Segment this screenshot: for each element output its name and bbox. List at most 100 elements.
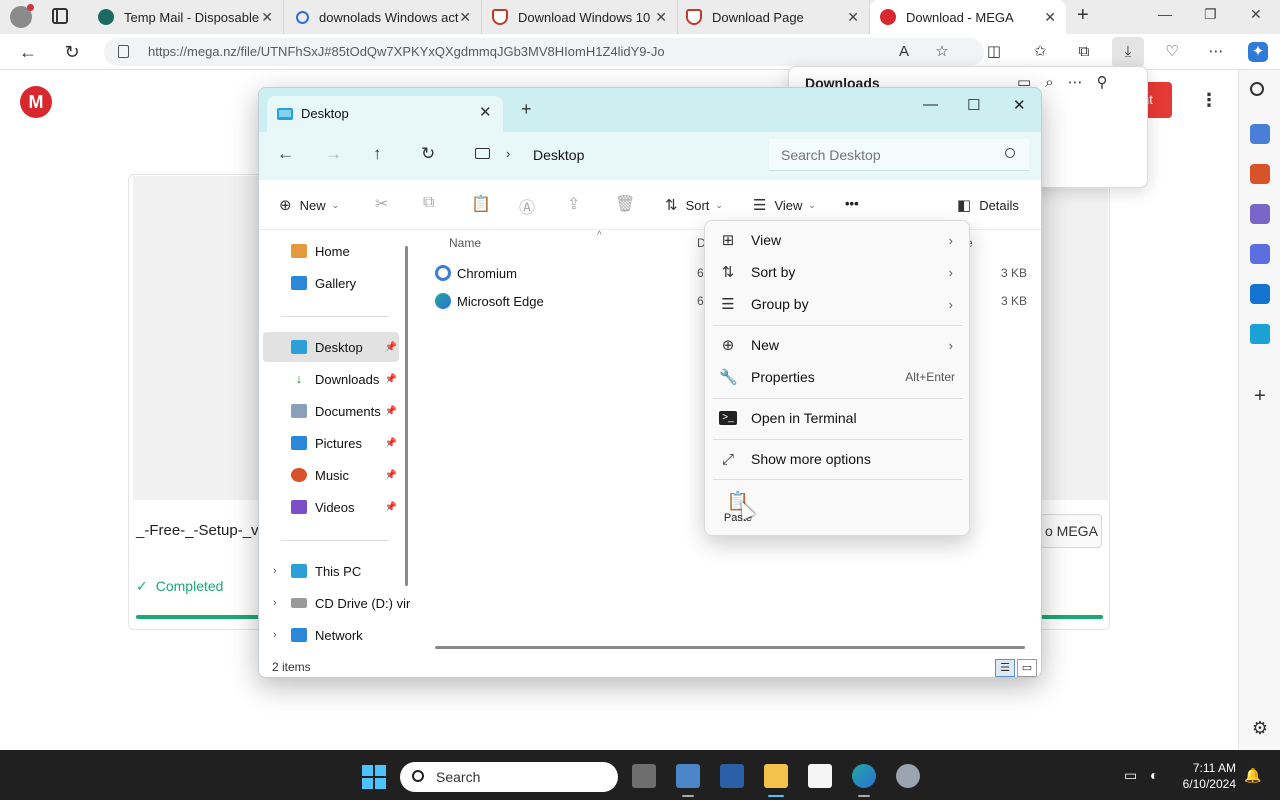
- chevron-right-icon[interactable]: ›: [506, 146, 510, 161]
- rename-icon[interactable]: Ⓐ: [519, 194, 535, 218]
- close-icon[interactable]: ✕: [655, 9, 667, 26]
- mega-logo[interactable]: M: [20, 86, 52, 118]
- explorer-forward-button[interactable]: →: [325, 144, 342, 164]
- see-more-button[interactable]: •••: [845, 196, 859, 211]
- task-view-icon[interactable]: [632, 764, 656, 788]
- favorites-icon[interactable]: ✩: [1030, 42, 1050, 62]
- details-view-icon[interactable]: ☰: [995, 659, 1015, 677]
- nav-item-downloads[interactable]: ↓ Downloads 📌: [263, 364, 399, 394]
- sort-button[interactable]: ⇅ Sort ⌄: [665, 196, 723, 214]
- column-header-name[interactable]: Name ^: [449, 230, 602, 250]
- more-menu-icon[interactable]: ⋯: [1206, 42, 1226, 62]
- pin-icon[interactable]: ⚲: [1097, 74, 1122, 91]
- menu-item-sort-by[interactable]: ⇅ Sort by ›: [709, 257, 965, 287]
- chevron-right-icon[interactable]: ›: [273, 597, 277, 609]
- volume-tray-icon[interactable]: ◐: [1150, 767, 1158, 783]
- menu-item-show-more-options[interactable]: ⤢ Show more options: [709, 444, 965, 474]
- open-in-mega-button[interactable]: o MEGA: [1040, 514, 1102, 548]
- telegram-icon[interactable]: [1250, 324, 1270, 344]
- nav-item-this-pc[interactable]: › This PC: [263, 556, 399, 586]
- system-clock[interactable]: 7:11 AM 6/10/2024: [1176, 760, 1236, 792]
- browser-tab-search[interactable]: downolads Windows act ✕: [286, 0, 482, 34]
- new-tab-button[interactable]: +: [1077, 4, 1089, 27]
- chevron-right-icon[interactable]: ›: [273, 629, 277, 641]
- menu-item-open-terminal[interactable]: >_ Open in Terminal: [709, 403, 965, 433]
- more-icon[interactable]: ⋯: [1068, 74, 1097, 91]
- breadcrumb-desktop[interactable]: Desktop: [533, 147, 584, 163]
- large-icons-view-icon[interactable]: ▭: [1017, 659, 1037, 677]
- tab-actions-icon[interactable]: [52, 8, 68, 24]
- explorer-tab-desktop[interactable]: Desktop ✕: [267, 96, 503, 132]
- games-icon[interactable]: [1250, 204, 1270, 224]
- close-window-button[interactable]: ✕: [1250, 6, 1262, 23]
- share-icon[interactable]: ⇪: [567, 194, 580, 214]
- explorer-minimize-button[interactable]: —: [923, 96, 938, 113]
- close-icon[interactable]: ✕: [1044, 9, 1056, 26]
- outlook-icon[interactable]: [1250, 284, 1270, 304]
- restore-button[interactable]: ❐: [1204, 6, 1217, 23]
- explorer-search-box[interactable]: [769, 139, 1029, 171]
- profile-avatar[interactable]: [10, 4, 34, 28]
- collections-icon[interactable]: ⧉: [1074, 42, 1094, 62]
- nav-item-desktop[interactable]: Desktop 📌: [263, 332, 399, 362]
- network-tray-icon[interactable]: ▭: [1124, 767, 1137, 784]
- browser-tab-download-page[interactable]: Download Page ✕: [676, 0, 870, 34]
- browser-tab-mega[interactable]: Download - MEGA ✕: [870, 0, 1066, 34]
- search-icon[interactable]: [1250, 82, 1264, 96]
- microsoft365-icon[interactable]: [1250, 244, 1270, 264]
- shopping-icon[interactable]: [1250, 124, 1270, 144]
- address-breadcrumb[interactable]: › Desktop: [461, 139, 757, 171]
- delete-icon[interactable]: 🗑: [615, 194, 635, 214]
- browser-tab-download-windows[interactable]: Download Windows 10 ✕: [482, 0, 678, 34]
- nav-item-music[interactable]: Music 📌: [263, 460, 399, 490]
- menu-item-view[interactable]: ⊞ View ›: [709, 225, 965, 255]
- nav-item-videos[interactable]: Videos 📌: [263, 492, 399, 522]
- taskbar-search[interactable]: Search: [400, 762, 618, 792]
- mega-menu-icon[interactable]: ⋮: [1200, 90, 1218, 111]
- file-explorer-icon[interactable]: [764, 764, 788, 788]
- copy-icon[interactable]: ⧉: [423, 194, 434, 212]
- powershell-icon[interactable]: [720, 764, 744, 788]
- nav-item-pictures[interactable]: Pictures 📌: [263, 428, 399, 458]
- tools-icon[interactable]: [1250, 164, 1270, 184]
- nav-item-home[interactable]: Home: [263, 236, 399, 266]
- read-aloud-icon[interactable]: A: [894, 42, 914, 62]
- explorer-back-button[interactable]: ←: [277, 144, 294, 164]
- horizontal-scrollbar[interactable]: [435, 646, 1025, 649]
- notification-bell-icon[interactable]: 🔔: [1244, 767, 1261, 784]
- minimize-button[interactable]: —: [1158, 6, 1172, 22]
- explorer-maximize-button[interactable]: ☐: [967, 96, 980, 114]
- details-pane-button[interactable]: ◧ Details: [957, 196, 1019, 214]
- copilot-icon[interactable]: ✦: [1248, 42, 1268, 62]
- settings-app-icon[interactable]: [896, 764, 920, 788]
- downloads-icon[interactable]: ⤓: [1112, 37, 1144, 67]
- explorer-up-button[interactable]: ↑: [373, 144, 382, 164]
- cut-icon[interactable]: ✂: [375, 194, 388, 214]
- notepad-icon[interactable]: [808, 764, 832, 788]
- navigation-scrollbar[interactable]: [405, 246, 408, 586]
- new-button[interactable]: ⊕ New ⌄: [279, 196, 339, 214]
- start-button[interactable]: [362, 765, 386, 789]
- file-server-icon[interactable]: [676, 764, 700, 788]
- nav-item-network[interactable]: › Network: [263, 620, 399, 650]
- nav-item-gallery[interactable]: Gallery: [263, 268, 399, 298]
- explorer-refresh-button[interactable]: ↻: [421, 144, 435, 164]
- explorer-close-button[interactable]: ✕: [1013, 96, 1026, 114]
- close-icon[interactable]: ✕: [459, 9, 471, 26]
- back-button[interactable]: ←: [16, 40, 40, 64]
- explorer-new-tab-button[interactable]: +: [521, 99, 532, 120]
- edge-taskbar-icon[interactable]: [852, 764, 876, 788]
- chevron-right-icon[interactable]: ›: [273, 565, 277, 577]
- add-icon[interactable]: +: [1250, 386, 1270, 406]
- split-screen-icon[interactable]: ◫: [984, 42, 1004, 62]
- favorite-star-icon[interactable]: ☆: [932, 42, 952, 62]
- menu-item-properties[interactable]: 🔧 Properties Alt+Enter: [709, 362, 965, 392]
- browser-tab-temp-mail[interactable]: Temp Mail - Disposable ✕: [88, 0, 284, 34]
- search-icon[interactable]: ⌕: [1045, 74, 1067, 91]
- menu-item-group-by[interactable]: ☰ Group by ›: [709, 289, 965, 319]
- browser-essentials-icon[interactable]: ♡: [1162, 42, 1182, 62]
- close-icon[interactable]: ✕: [847, 9, 859, 26]
- settings-gear-icon[interactable]: ⚙: [1250, 718, 1270, 738]
- close-tab-icon[interactable]: ✕: [479, 103, 492, 121]
- menu-item-new[interactable]: ⊕ New ›: [709, 330, 965, 360]
